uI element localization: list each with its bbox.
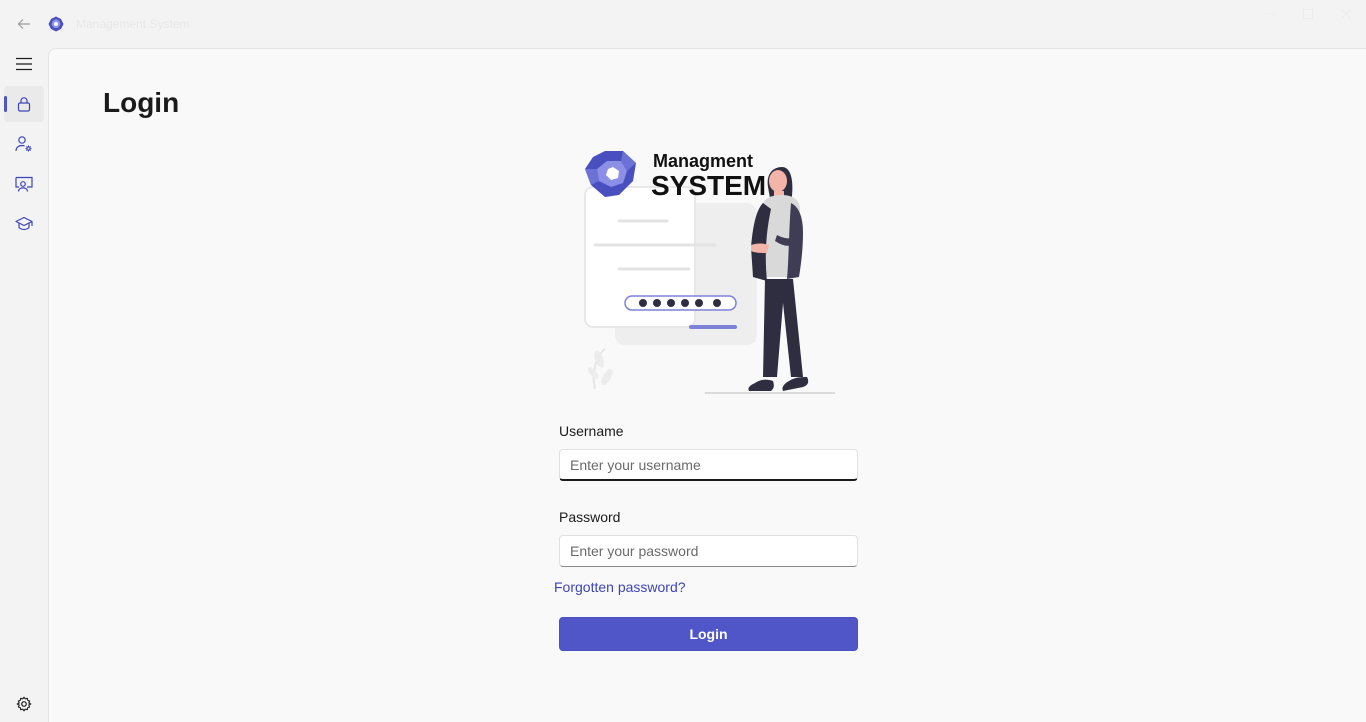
maximize-button[interactable] [1298, 6, 1318, 22]
close-button[interactable] [1336, 6, 1356, 22]
nav-item-login[interactable] [4, 86, 44, 122]
lock-icon [17, 97, 31, 112]
presentation-user-icon [15, 176, 33, 192]
login-button[interactable]: Login [559, 617, 858, 651]
username-input[interactable] [559, 449, 858, 481]
brand-line-2: SYSTEM [651, 170, 766, 201]
user-settings-icon [15, 136, 32, 152]
gear-icon [16, 696, 32, 712]
username-label: Username [559, 423, 624, 439]
nav-item-user-management[interactable] [4, 126, 44, 162]
page-title: Login [103, 87, 180, 118]
login-illustration: Managment SYSTEM [584, 151, 835, 394]
content-frame: Login Managment SYSTEM Username Enter yo… [48, 48, 1366, 722]
menu-toggle-button[interactable] [4, 46, 44, 82]
nav-item-teachers[interactable] [4, 166, 44, 202]
forgot-password-link[interactable]: Forgotten password? [554, 579, 686, 595]
back-button[interactable] [12, 12, 36, 36]
maximize-icon [1303, 9, 1313, 19]
minimize-icon [1265, 13, 1275, 15]
navigation-pane [0, 48, 48, 722]
nav-item-students[interactable] [4, 206, 44, 242]
window-title: Management System [76, 17, 190, 31]
app-logo-icon [48, 16, 64, 32]
password-input[interactable] [559, 535, 858, 567]
title-bar: Management System [0, 0, 1366, 48]
close-icon [1341, 9, 1351, 19]
password-label: Password [559, 509, 621, 525]
arrow-left-icon [17, 19, 30, 29]
minimize-button[interactable] [1260, 6, 1280, 22]
brand-line-1: Managment [653, 151, 753, 171]
graduation-cap-icon [15, 216, 33, 231]
menu-icon [16, 57, 32, 71]
settings-button[interactable] [4, 686, 44, 722]
